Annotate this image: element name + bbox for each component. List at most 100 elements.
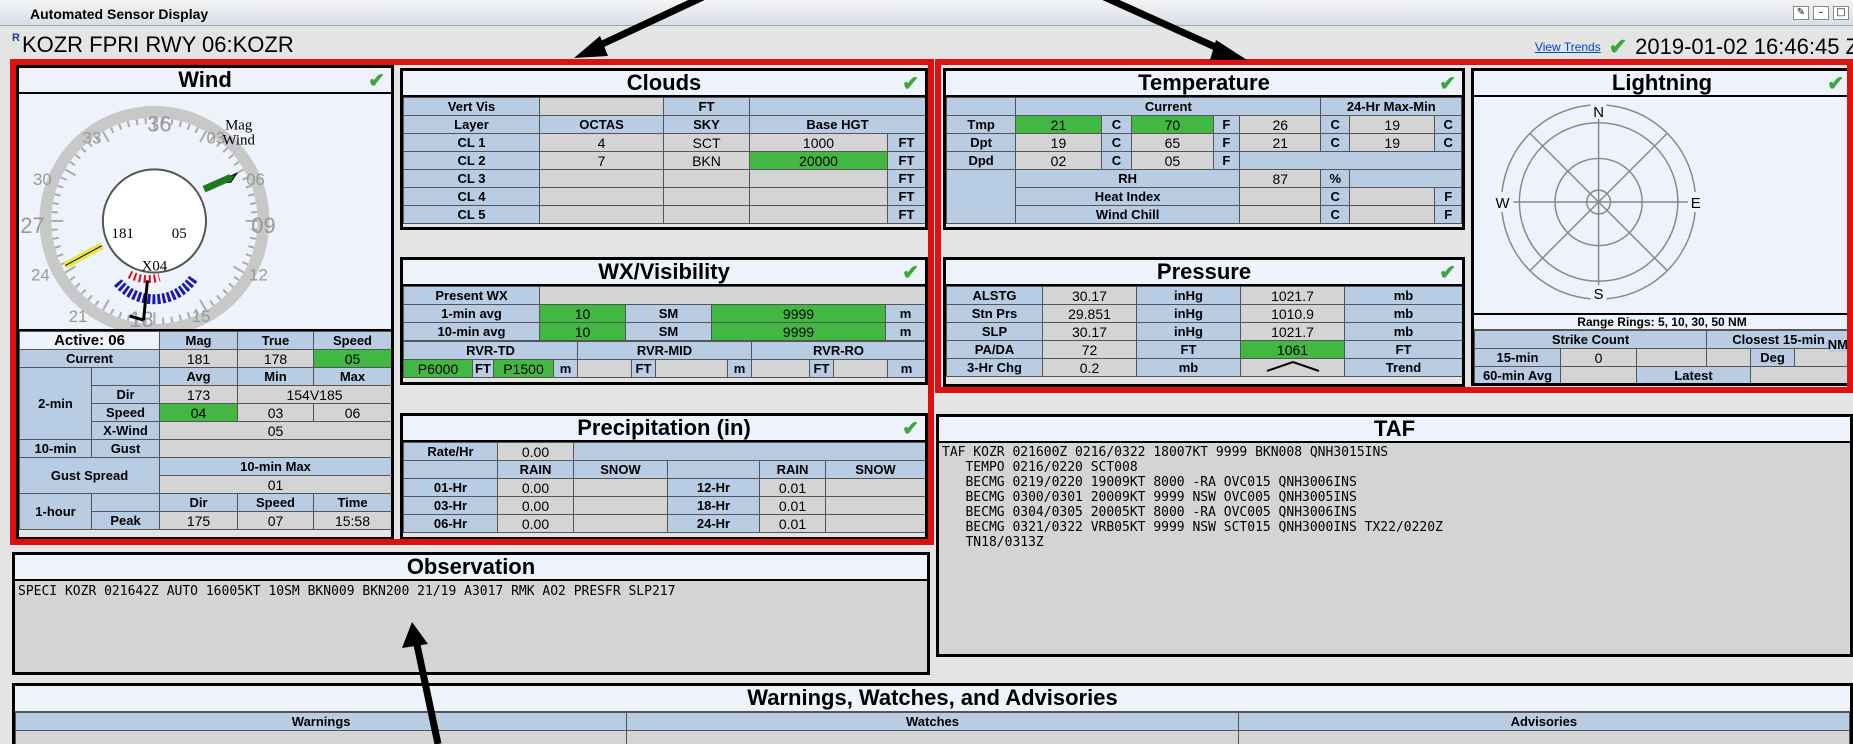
- status-bar: View Trends ✔ 2019-01-02 16:46:45 Z: [1535, 34, 1853, 60]
- dial-center-value: X04: [142, 258, 168, 274]
- rate-value: 0.00: [497, 442, 574, 461]
- unit: mb: [1136, 358, 1241, 377]
- check-icon: ✔: [902, 73, 919, 95]
- col-speed: Speed: [313, 331, 391, 350]
- trend-icon: [1240, 358, 1345, 377]
- value: 1061: [1240, 340, 1345, 359]
- window-title-bar: Automated Sensor Display ✎ – □: [0, 0, 1853, 26]
- dial-right-value: 05: [172, 226, 187, 242]
- cloud-row: CL 1 4 SCT 1000 FT: [403, 133, 925, 152]
- north-label: N: [1593, 105, 1604, 121]
- unit: inHg: [1136, 304, 1241, 323]
- speed-max: 06: [313, 403, 391, 422]
- minimize-icon[interactable]: –: [1813, 6, 1829, 20]
- dial-label-21: 21: [69, 307, 88, 326]
- tmp-min: 19: [1348, 115, 1436, 134]
- dpt-f: 65: [1131, 133, 1214, 152]
- mag-label: Mag: [225, 118, 253, 134]
- taf-header: TAF: [939, 417, 1850, 443]
- unit: FT: [887, 205, 925, 224]
- layer: CL 3: [403, 169, 540, 188]
- value: 72: [1042, 340, 1137, 359]
- precip-header: Precipitation (in) ✔: [403, 416, 925, 442]
- maxmin-label: 24-Hr Max-Min: [1320, 97, 1462, 116]
- observation-header: Observation: [15, 555, 927, 581]
- unit: FT: [472, 359, 494, 378]
- lightning-header: Lightning ✔: [1474, 71, 1850, 97]
- unit: FT: [1136, 340, 1241, 359]
- sixty-min-label: 60-min Avg: [1474, 366, 1561, 383]
- dir-label: Dir: [91, 385, 160, 404]
- taf-line: TN18/0313Z: [942, 535, 1044, 550]
- col-max: Max: [313, 367, 391, 386]
- rvr-td-label: RVR-TD: [403, 341, 578, 360]
- view-trends-link[interactable]: View Trends: [1535, 40, 1601, 54]
- tmp-label: Tmp: [946, 115, 1017, 134]
- temp-title: Temperature: [1138, 70, 1270, 95]
- rvr-table: RVR-TD RVR-MID RVR-RO P6000 FT P1500 m FT m FT m: [403, 341, 925, 378]
- dpd-c: 02: [1015, 151, 1102, 170]
- value: 1021.7: [1240, 322, 1345, 341]
- ten-min-m: m: [885, 322, 925, 341]
- warnings-table: Warnings Watches Advisories: [15, 712, 1850, 744]
- clouds-panel: Clouds ✔ Vert Vis FT Layer OCTAS SKY Base HGT…: [400, 68, 928, 230]
- col-sky: SKY: [663, 115, 750, 134]
- one-min-meters: 9999: [711, 304, 886, 323]
- taf-title: TAF: [1373, 416, 1416, 441]
- pressure-panel: Pressure ✔ ALSTG 30.17 inHg 1021.7 mb Stn Prs…: [943, 257, 1465, 387]
- cloud-row: CL 3 FT: [403, 169, 925, 188]
- dial-label-12: 12: [249, 265, 268, 284]
- col-advisories: Advisories: [1237, 712, 1850, 731]
- hgt: 20000: [749, 151, 888, 170]
- label: 12-Hr: [667, 478, 760, 497]
- one-hour-label: 1-hour: [19, 493, 92, 530]
- xwind-label: X-Wind: [91, 421, 160, 440]
- check-icon: ✔: [1439, 73, 1456, 95]
- edit-icon[interactable]: ✎: [1793, 6, 1809, 20]
- unit: inHg: [1136, 286, 1241, 305]
- value: 0.2: [1042, 358, 1137, 377]
- unit-f: F: [1212, 151, 1241, 170]
- check-icon: ✔: [902, 262, 919, 284]
- south-label: S: [1594, 287, 1604, 303]
- stn-prs-label: Stn Prs: [946, 304, 1043, 323]
- vert-vis-label: Vert Vis: [403, 97, 540, 116]
- unit: FT: [631, 359, 656, 378]
- hgt: 1000: [749, 133, 888, 152]
- pressure-table: ALSTG 30.17 inHg 1021.7 mb Stn Prs 29.851 inHg…: [946, 286, 1462, 377]
- check-icon: ✔: [902, 418, 919, 440]
- layer: CL 1: [403, 133, 540, 152]
- current-label: Current: [19, 349, 160, 368]
- latest-label: Latest: [1635, 366, 1752, 383]
- value: 1021.7: [1240, 286, 1345, 305]
- wind-title: Wind: [178, 67, 232, 92]
- r-icon: R: [12, 32, 20, 44]
- unit: mb: [1344, 286, 1462, 305]
- current-mag: 181: [159, 349, 238, 368]
- col-avg: Avg: [159, 367, 238, 386]
- one-min-m: m: [885, 304, 925, 323]
- rain-value: 0.01: [759, 478, 826, 497]
- ten-min-unit: SM: [625, 322, 712, 341]
- unit: FT: [1344, 340, 1462, 359]
- check-icon: ✔: [368, 70, 385, 92]
- precipitation-panel: Precipitation (in) ✔ Rate/Hr 0.00 RAIN SNOW…: [400, 413, 928, 540]
- value: 29.851: [1042, 304, 1137, 323]
- col-min: Min: [237, 367, 314, 386]
- unit: FT: [809, 359, 834, 378]
- clouds-table: Vert Vis FT Layer OCTAS SKY Base HGT CL 1 4 SC…: [403, 97, 925, 224]
- col-rain: RAIN: [759, 460, 826, 479]
- wx-title: WX/Visibility: [598, 259, 730, 284]
- taf-line: BECMG 0300/0301 20009KT 9999 NSW OVC005 …: [942, 490, 1357, 505]
- warnings-header: Warnings, Watches, and Advisories: [15, 686, 1850, 712]
- rvr-ro-label: RVR-RO: [750, 341, 925, 360]
- dial-label-36: 36: [147, 112, 171, 137]
- unit: m: [553, 359, 578, 378]
- unit-c: C: [1434, 115, 1462, 134]
- rvr-td-value2: P1500: [493, 359, 554, 378]
- vert-vis-unit: FT: [663, 97, 750, 116]
- maximize-icon[interactable]: □: [1833, 6, 1849, 20]
- active-runway: Active: 06: [19, 331, 160, 350]
- value: 1010.9: [1240, 304, 1345, 323]
- present-wx-label: Present WX: [403, 286, 540, 305]
